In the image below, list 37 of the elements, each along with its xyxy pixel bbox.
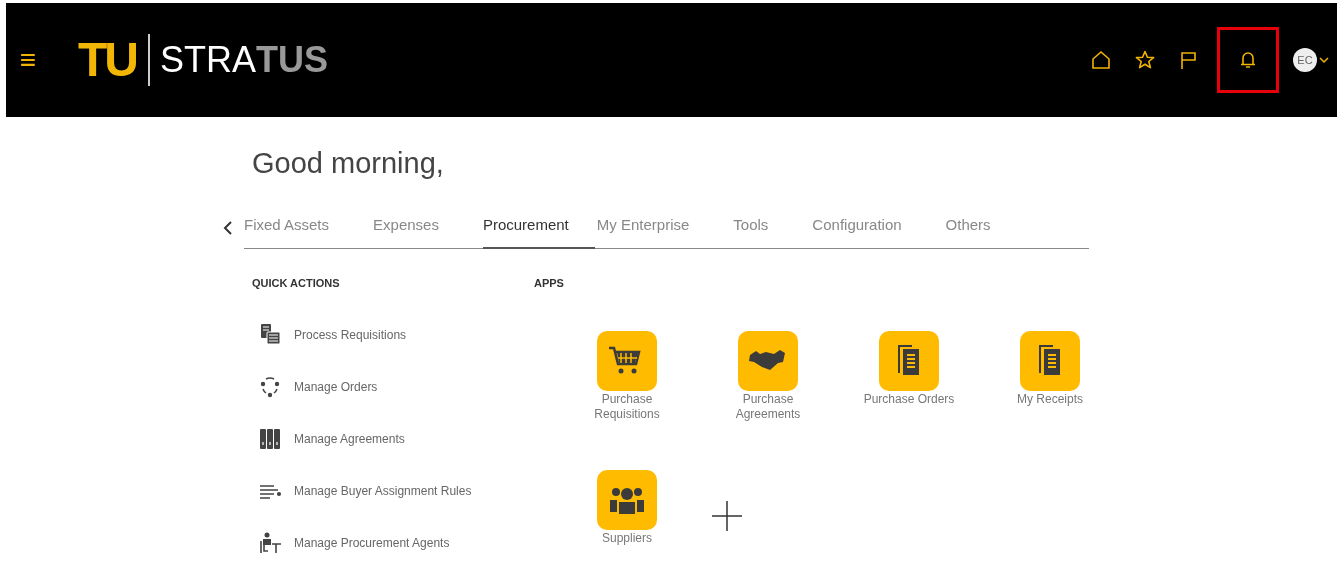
product-name: STRATUS: [160, 42, 328, 78]
app-tile[interactable]: Suppliers: [570, 470, 684, 546]
section-title: QUICK ACTIONS: [252, 277, 341, 289]
person-desk-icon: [258, 531, 282, 555]
binders-icon: [258, 427, 282, 451]
tab[interactable]: Tools: [733, 216, 791, 249]
app-tile[interactable]: Purchase Orders: [852, 331, 966, 407]
tab[interactable]: Others: [945, 216, 1013, 249]
section-title: APPS: [534, 277, 565, 289]
tab[interactable]: Configuration: [812, 216, 924, 249]
quick-action-link[interactable]: Manage Procurement Agents: [258, 531, 534, 555]
app-tile[interactable]: Purchase Requisitions: [570, 331, 684, 422]
star-icon: [1134, 49, 1156, 71]
tab[interactable]: Expenses: [373, 216, 461, 249]
app-tile[interactable]: Purchase Agreements: [711, 331, 825, 422]
handshake-icon: [738, 331, 798, 391]
document-list-icon: [258, 323, 282, 347]
chevron-left-icon: [222, 220, 234, 236]
cart-icon: [597, 331, 657, 391]
app-tile[interactable]: My Receipts: [993, 331, 1107, 407]
menu-button[interactable]: ≡: [18, 46, 38, 74]
tab[interactable]: Fixed Assets: [244, 216, 352, 249]
chevron-down-icon: [1319, 56, 1329, 64]
document-icon: [879, 331, 939, 391]
quick-action-link[interactable]: Process Requisitions: [258, 323, 534, 347]
tab[interactable]: My Enterprise: [596, 216, 712, 249]
home-icon: [1090, 49, 1112, 71]
document-icon: [1020, 331, 1080, 391]
notifications-button[interactable]: [1217, 27, 1279, 93]
quick-action-link[interactable]: Manage Buyer Assignment Rules: [258, 479, 534, 503]
dots-circle-icon: [258, 375, 282, 399]
quick-action-link[interactable]: Manage Agreements: [258, 427, 534, 451]
greeting: Good morning,: [252, 147, 445, 180]
tab[interactable]: Procurement: [482, 216, 595, 249]
logo-mark: TU: [78, 36, 136, 84]
quick-action-link[interactable]: Manage Orders: [258, 375, 534, 399]
people-icon: [597, 470, 657, 530]
